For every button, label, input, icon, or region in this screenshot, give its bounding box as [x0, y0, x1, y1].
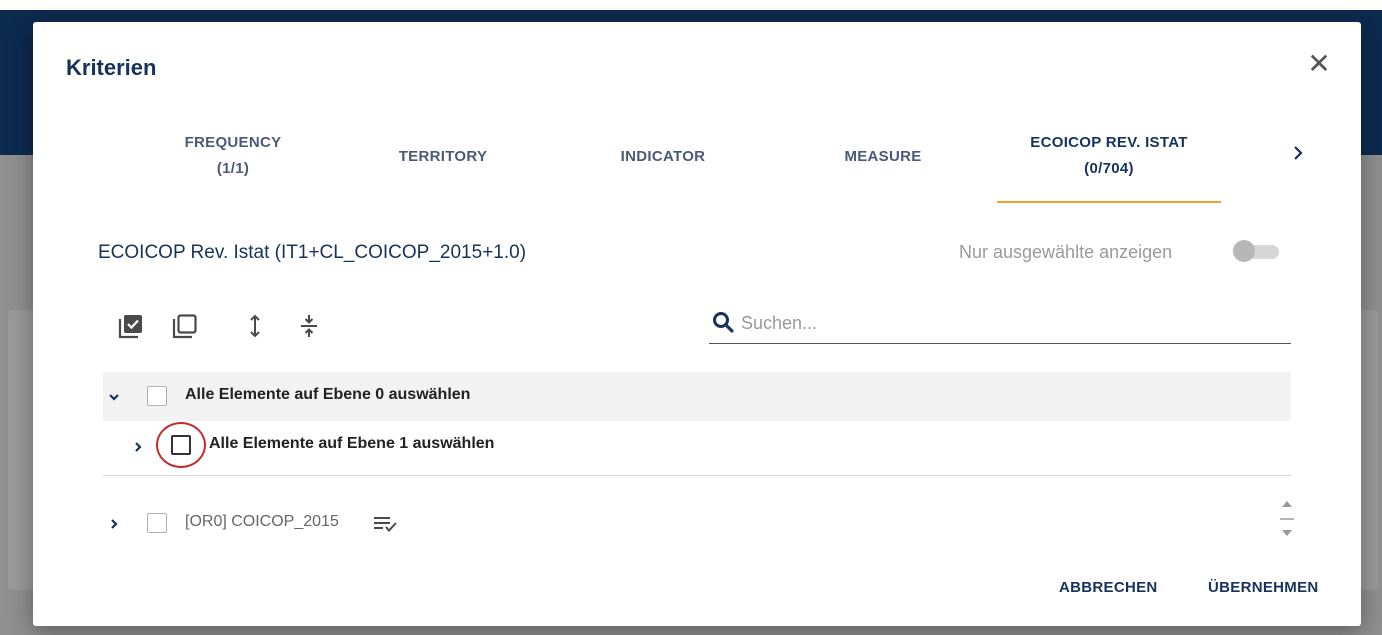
tab-indicator[interactable]: INDICATOR [593, 144, 733, 170]
cancel-button[interactable]: ABBRECHEN [1059, 579, 1158, 596]
scroll-arrows-icon[interactable] [1277, 498, 1297, 548]
chevron-right-icon[interactable] [1291, 144, 1305, 167]
deselect-all-icon[interactable] [171, 312, 199, 340]
list-item-label: [OR0] COICOP_2015 [185, 513, 339, 530]
tab-frequency-count: (1/1) [216, 160, 250, 177]
tab-frequency-label: FREQUENCY [184, 134, 282, 151]
toggle-knob [1233, 240, 1255, 262]
list-divider [103, 475, 1291, 476]
show-selected-label: Nur ausgewählte anzeigen [959, 242, 1173, 262]
expand-all-icon[interactable] [241, 312, 269, 340]
tab-territory-label: TERRITORY [398, 148, 488, 165]
item-checkbox[interactable] [147, 513, 167, 533]
collapse-all-icon[interactable] [295, 312, 323, 340]
highlight-ring [156, 422, 206, 468]
tab-ecoicop-label: ECOICOP REV. ISTAT [1030, 134, 1188, 151]
chevron-right-icon[interactable] [131, 440, 145, 454]
level-0-label: Alle Elemente auf Ebene 0 auswählen [185, 386, 471, 403]
search-input[interactable] [741, 308, 1281, 338]
level-0-checkbox[interactable] [147, 386, 167, 406]
app-top-strip [0, 0, 1382, 10]
active-tab-indicator [997, 201, 1221, 203]
criteria-dialog: Kriterien ✕ FREQUENCY (1/1) TERRITORY IN… [33, 22, 1361, 626]
select-children-icon[interactable] [373, 514, 399, 534]
apply-button[interactable]: ÜBERNEHMEN [1208, 579, 1319, 596]
tab-frequency[interactable]: FREQUENCY (1/1) [153, 130, 313, 182]
select-all-icon[interactable] [117, 312, 145, 340]
level-1-label: Alle Elemente auf Ebene 1 auswählen [209, 435, 495, 452]
tab-measure[interactable]: MEASURE [813, 144, 953, 170]
chevron-right-icon[interactable] [107, 517, 121, 531]
tab-measure-label: MEASURE [844, 148, 922, 165]
dialog-title: Kriterien [66, 55, 157, 80]
search-icon [712, 311, 734, 333]
tab-ecoicop[interactable]: ECOICOP REV. ISTAT (0/704) [997, 130, 1221, 182]
show-selected-toggle[interactable] [1233, 240, 1283, 264]
tab-territory[interactable]: TERRITORY [373, 144, 513, 170]
search-field [709, 304, 1291, 344]
tab-ecoicop-count: (0/704) [1084, 160, 1134, 177]
chevron-down-icon[interactable] [107, 390, 121, 404]
close-icon[interactable]: ✕ [1305, 50, 1333, 78]
tab-indicator-label: INDICATOR [620, 148, 706, 165]
codelist-title: ECOICOP Rev. Istat (IT1+CL_COICOP_2015+1… [98, 242, 527, 263]
